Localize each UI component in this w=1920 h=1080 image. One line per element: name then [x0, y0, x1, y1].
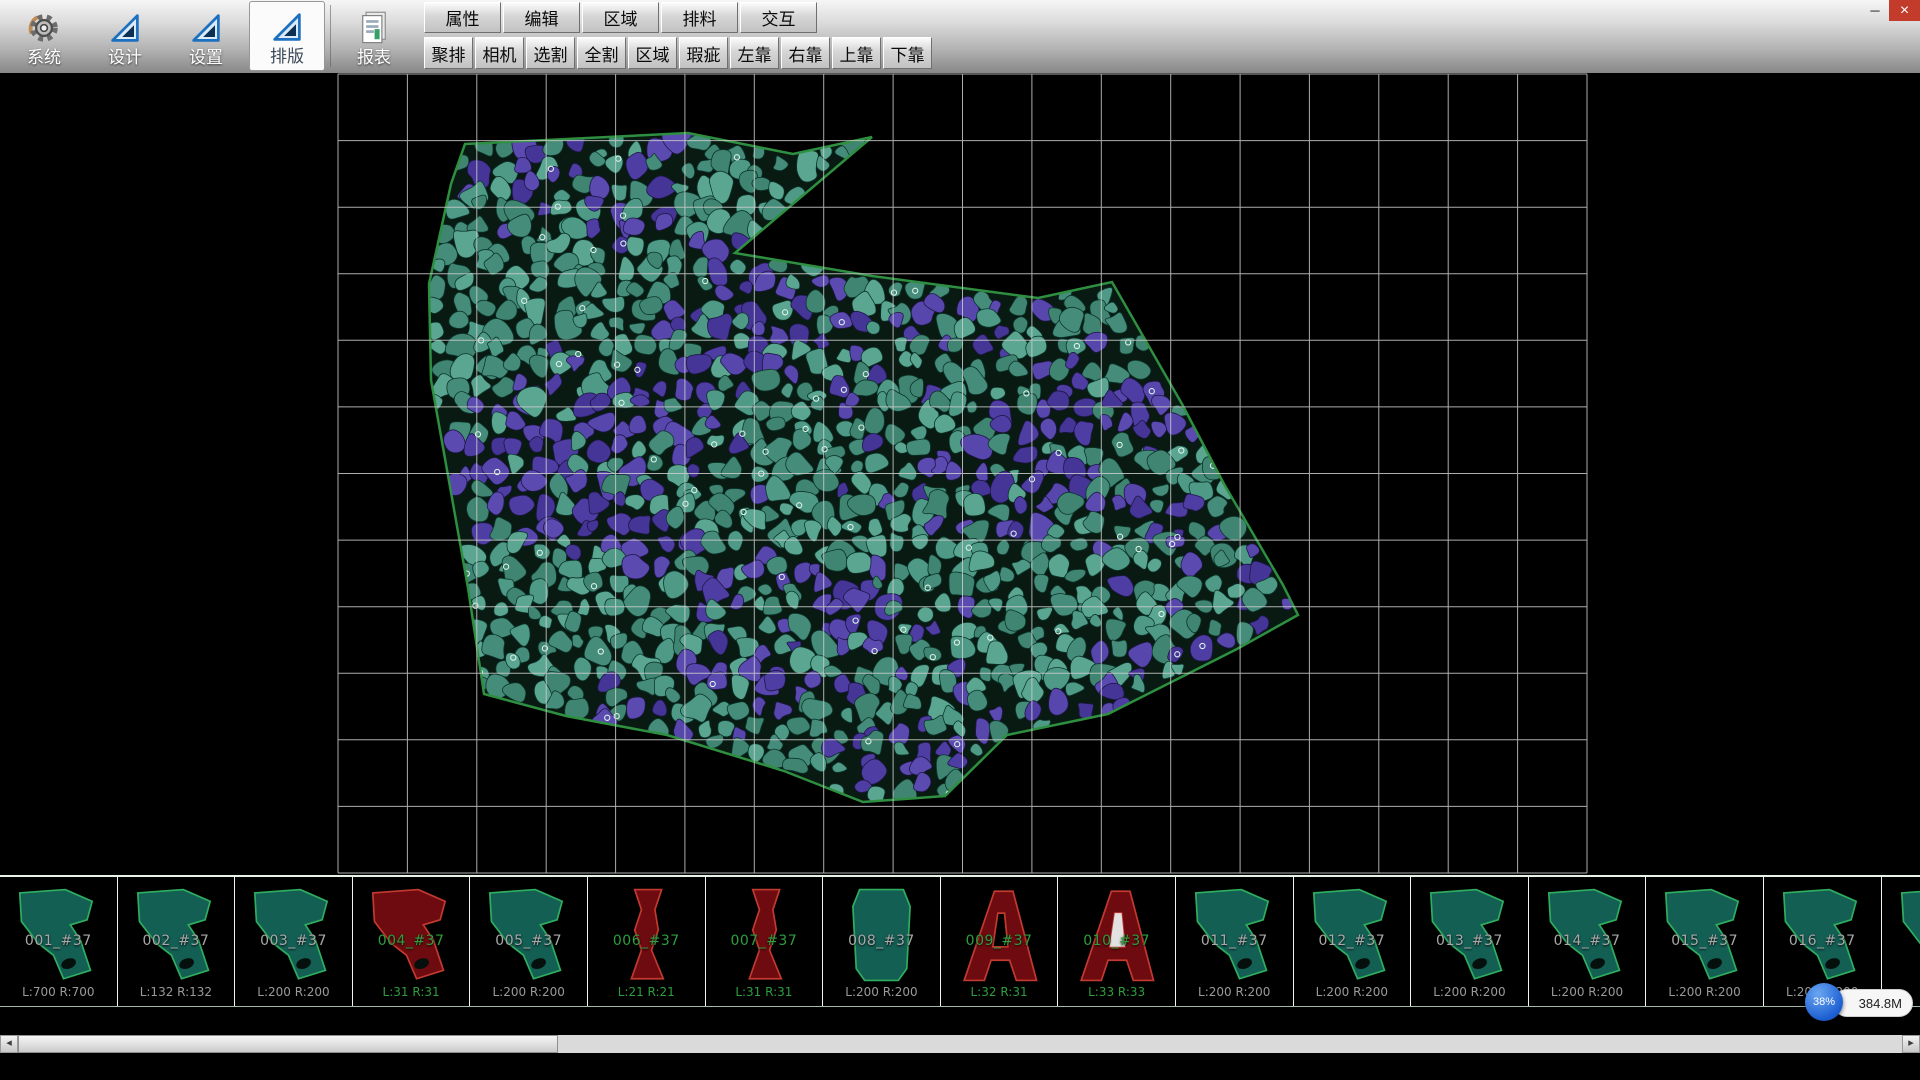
nesting-canvas[interactable] — [0, 73, 1920, 875]
progress-percent-badge: 38% — [1805, 983, 1843, 1021]
nav-tile-report[interactable]: 报表 — [336, 1, 412, 71]
part-id: 016_#37 — [1764, 933, 1881, 949]
gear-icon — [26, 10, 62, 46]
part-lr-count: L:31 R:31 — [706, 985, 823, 999]
tool-align-left[interactable]: 左靠 — [730, 37, 779, 69]
part-id: 009_#37 — [941, 933, 1058, 949]
part-id: 005_#37 — [470, 933, 587, 949]
part-cell[interactable]: 013_#37 L:200 R:200 — [1411, 877, 1529, 1006]
part-id: 013_#37 — [1411, 933, 1528, 949]
nav-tile-design[interactable]: 设计 — [87, 1, 163, 71]
ruler-icon — [269, 9, 305, 45]
part-id: 001_#37 — [0, 933, 117, 949]
part-lr-count: L:200 R:200 — [1411, 985, 1528, 999]
nav-tile-system[interactable]: 系统 — [6, 1, 82, 71]
part-lr-count: L:31 R:31 — [353, 985, 470, 999]
nav-tile-layout[interactable]: 排版 — [249, 1, 325, 71]
part-id: 006_#37 — [588, 933, 705, 949]
horizontal-scrollbar: ◂ ▸ — [0, 1035, 1920, 1053]
tool-select-cut[interactable]: 选割 — [526, 37, 575, 69]
tool-cut-all[interactable]: 全割 — [577, 37, 626, 69]
part-lr-count: L:33 R:33 — [1058, 985, 1175, 999]
tool-cluster-nest[interactable]: 聚排 — [424, 37, 473, 69]
part-lr-count: L:700 R:700 — [0, 985, 117, 999]
nav-tile-label: 设置 — [189, 47, 223, 68]
parts-strip: 001_#37L:700 R:700002_#37L:132 R:132003_… — [0, 875, 1920, 1007]
nav-tile-label: 排版 — [270, 46, 304, 67]
part-id: 010_#37 — [1058, 933, 1175, 949]
toolbar: 系统 设计 设置 — [0, 0, 1920, 74]
nav-tile-label: 报表 — [357, 47, 391, 68]
ruler-icon — [188, 10, 224, 46]
nav-tile-bar: 系统 设计 设置 — [6, 1, 412, 71]
tab-region[interactable]: 区域 — [582, 2, 659, 33]
part-lr-count: L:200 R:200 — [1646, 985, 1763, 999]
part-lr-count: L:200 R:200 — [1529, 985, 1646, 999]
window-controls: ─ × — [1861, 0, 1920, 21]
tool-defect[interactable]: 瑕疵 — [679, 37, 728, 69]
part-cell[interactable]: 012_#37 L:200 R:200 — [1294, 877, 1412, 1006]
part-id: 002_#37 — [118, 933, 235, 949]
tool-align-bottom[interactable]: 下靠 — [883, 37, 932, 69]
part-cell[interactable]: 004_#37 L:31 R:31 — [353, 877, 471, 1006]
part-id: 003_#37 — [235, 933, 352, 949]
memory-usage-badge: 384.8M — [1833, 989, 1913, 1017]
tool-align-top[interactable]: 上靠 — [832, 37, 881, 69]
tab-interact[interactable]: 交互 — [740, 2, 817, 33]
tab-edit[interactable]: 编辑 — [503, 2, 580, 33]
app-window: { "window": { "minimize": "─", "close": … — [0, 0, 1920, 1080]
nav-tile-label: 设计 — [108, 47, 142, 68]
part-cell[interactable]: 006_#37 L:21 R:21 — [588, 877, 706, 1006]
tool-region[interactable]: 区域 — [628, 37, 677, 69]
part-lr-count: L:200 R:200 — [1176, 985, 1293, 999]
part-id: 014_#37 — [1529, 933, 1646, 949]
report-icon — [356, 10, 392, 46]
part-id: 007_#37 — [706, 933, 823, 949]
part-cell[interactable]: 011_#37 L:200 R:200 — [1176, 877, 1294, 1006]
part-lr-count: L:32 R:31 — [941, 985, 1058, 999]
part-id: 008_#37 — [823, 933, 940, 949]
scroll-right-arrow[interactable]: ▸ — [1902, 1035, 1920, 1053]
part-id: 004_#37 — [353, 933, 470, 949]
part-cell[interactable]: 014_#37 L:200 R:200 — [1529, 877, 1647, 1006]
part-cell[interactable]: 001_#37 L:700 R:700 — [0, 877, 118, 1006]
part-cell[interactable]: 008_#37 L:200 R:200 — [823, 877, 941, 1006]
part-lr-count: L:21 R:21 — [588, 985, 705, 999]
tool-align-right[interactable]: 右靠 — [781, 37, 830, 69]
part-lr-count: L:200 R:200 — [235, 985, 352, 999]
part-cell[interactable] — [1882, 877, 1920, 1006]
part-cell[interactable]: 005_#37 L:200 R:200 — [470, 877, 588, 1006]
part-id: 011_#37 — [1176, 933, 1293, 949]
part-cell[interactable]: 003_#37 L:200 R:200 — [235, 877, 353, 1006]
part-lr-count: L:200 R:200 — [823, 985, 940, 999]
part-lr-count: L:200 R:200 — [470, 985, 587, 999]
part-id: 012_#37 — [1294, 933, 1411, 949]
part-cell[interactable]: 007_#37 L:31 R:31 — [706, 877, 824, 1006]
nav-tile-label: 系统 — [27, 47, 61, 68]
scroll-left-arrow[interactable]: ◂ — [0, 1035, 18, 1053]
part-cell[interactable]: 002_#37 L:132 R:132 — [118, 877, 236, 1006]
toolbar-divider — [330, 5, 331, 67]
tab-nesting[interactable]: 排料 — [661, 2, 738, 33]
menu-tab-row: 属性 编辑 区域 排料 交互 — [424, 2, 817, 33]
tool-button-row: 聚排 相机 选割 全割 区域 瑕疵 左靠 右靠 上靠 下靠 — [424, 37, 932, 69]
part-cell[interactable]: 015_#37 L:200 R:200 — [1646, 877, 1764, 1006]
tab-properties[interactable]: 属性 — [424, 2, 501, 33]
part-lr-count: L:132 R:132 — [118, 985, 235, 999]
tool-camera[interactable]: 相机 — [475, 37, 524, 69]
minimize-button[interactable]: ─ — [1861, 0, 1889, 21]
scrollbar-thumb[interactable] — [18, 1035, 558, 1053]
nesting-canvas-svg — [0, 73, 1920, 875]
part-lr-count: L:200 R:200 — [1294, 985, 1411, 999]
part-cell[interactable]: 009_#37 L:32 R:31 — [941, 877, 1059, 1006]
part-cell[interactable]: 010_#37 L:33 R:33 — [1058, 877, 1176, 1006]
ruler-icon — [107, 10, 143, 46]
part-id: 015_#37 — [1646, 933, 1763, 949]
close-button[interactable]: × — [1889, 0, 1920, 21]
part-thumbnail — [1890, 879, 1920, 991]
nav-tile-settings[interactable]: 设置 — [168, 1, 244, 71]
